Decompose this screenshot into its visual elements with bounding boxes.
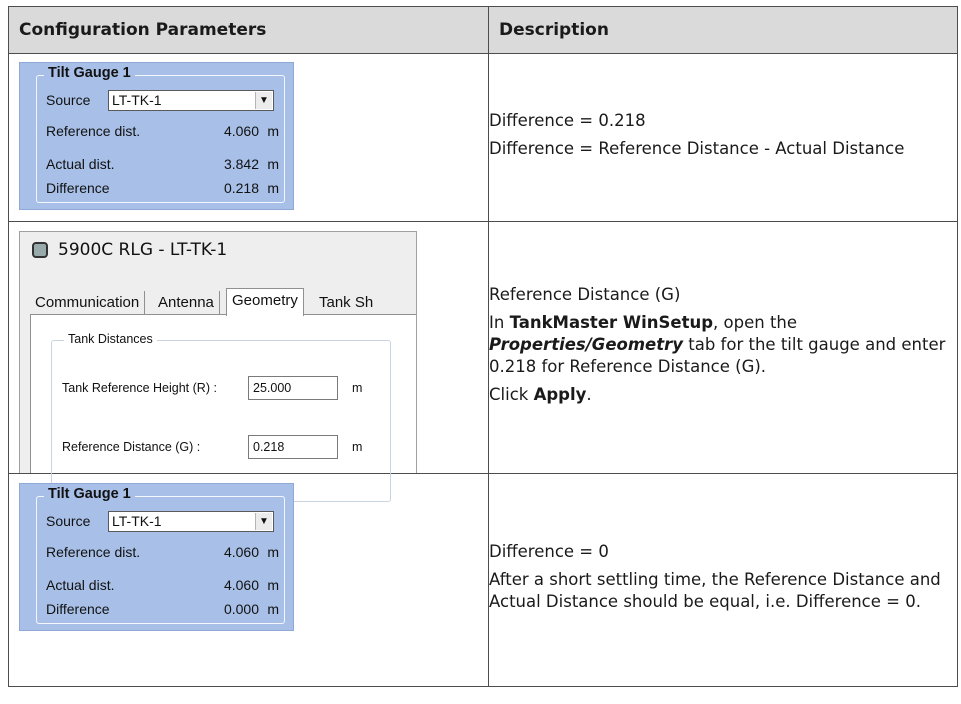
reference-distance-unit: m — [352, 440, 363, 454]
actual-dist-label: Actual dist. — [46, 577, 115, 593]
tank-distances-label: Tank Distances — [64, 332, 157, 346]
difference-label: Difference — [46, 601, 110, 617]
description-line: Reference Distance (G) — [489, 284, 681, 304]
actual-dist-row: Actual dist. 3.842 m — [46, 154, 279, 174]
reference-distance-label: Reference Distance (G) : — [62, 440, 201, 454]
text-run: . — [586, 384, 592, 404]
header-row: Configuration Parameters Description — [8, 6, 958, 54]
difference-unit: m — [267, 601, 279, 617]
tilt-gauge-title: Tilt Gauge 1 — [44, 65, 135, 81]
text-run: In — [489, 312, 510, 332]
reference-dist-label: Reference dist. — [46, 544, 141, 560]
setup-window: 5900C RLG - LT-TK-1 Communication Antenn… — [19, 231, 417, 502]
source-value: LT-TK-1 — [112, 513, 162, 529]
reference-dist-label: Reference dist. — [46, 123, 141, 139]
reference-dist-value: 4.060 — [223, 123, 259, 139]
text-run: , open the — [713, 312, 798, 332]
actual-dist-row: Actual dist. 4.060 m — [46, 575, 279, 595]
description-line: After a short settling time, the Referen… — [489, 570, 941, 611]
reference-distance-input[interactable]: 0.218 — [248, 435, 338, 459]
description-line: Difference = 0.218 — [489, 110, 646, 130]
difference-unit: m — [267, 180, 279, 196]
table-row: 5900C RLG - LT-TK-1 Communication Antenn… — [8, 221, 958, 502]
table-row: Tilt Gauge 1 Source LT-TK-1 ▼ Reference … — [8, 53, 958, 222]
actual-dist-label: Actual dist. — [46, 156, 115, 172]
tab-antenna[interactable]: Antenna — [153, 291, 220, 314]
config-cell: 5900C RLG - LT-TK-1 Communication Antenn… — [8, 221, 489, 502]
description-line: Difference = 0 — [489, 542, 609, 561]
source-dropdown[interactable]: LT-TK-1 ▼ — [108, 511, 274, 532]
tank-reference-height-input[interactable]: 25.000 — [248, 376, 338, 400]
tab-bar: Communication Antenna Geometry Tank Sh — [30, 288, 416, 316]
actual-dist-unit: m — [267, 577, 279, 593]
difference-value: 0.218 — [223, 180, 259, 196]
chevron-down-icon[interactable]: ▼ — [255, 513, 272, 530]
actual-dist-value: 4.060 — [223, 577, 259, 593]
tab-communication[interactable]: Communication — [30, 291, 146, 314]
tilt-gauge-panel: Tilt Gauge 1 Source LT-TK-1 ▼ Reference … — [19, 483, 294, 631]
tank-reference-height-label: Tank Reference Height (R) : — [62, 381, 217, 395]
app-name: TankMaster WinSetup — [509, 312, 714, 332]
description-paragraph: In TankMaster WinSetup, open the Propert… — [489, 312, 957, 378]
tilt-gauge-panel: Tilt Gauge 1 Source LT-TK-1 ▼ Reference … — [19, 62, 294, 210]
difference-row: Difference 0.218 m — [46, 178, 279, 198]
source-value: LT-TK-1 — [112, 92, 162, 108]
tank-reference-height-unit: m — [352, 381, 363, 395]
geometry-panel: Tank Distances Tank Reference Height (R)… — [30, 314, 416, 502]
config-cell: Tilt Gauge 1 Source LT-TK-1 ▼ Reference … — [8, 53, 489, 222]
table-row: Tilt Gauge 1 Source LT-TK-1 ▼ Reference … — [8, 473, 958, 687]
description-cell: Difference = 0 After a short settling ti… — [488, 473, 958, 687]
chevron-down-icon[interactable]: ▼ — [255, 92, 272, 109]
reference-dist-row: Reference dist. 4.060 m — [46, 542, 279, 562]
reference-dist-unit: m — [267, 123, 279, 139]
source-dropdown[interactable]: LT-TK-1 ▼ — [108, 90, 274, 111]
source-label: Source — [46, 92, 91, 108]
description-paragraph: Click Apply. — [489, 384, 957, 406]
text-run: Click — [489, 384, 534, 404]
source-label: Source — [46, 513, 91, 529]
difference-value: 0.000 — [223, 601, 259, 617]
actual-dist-unit: m — [267, 156, 279, 172]
header-description: Description — [488, 6, 958, 54]
difference-row: Difference 0.000 m — [46, 599, 279, 619]
reference-dist-unit: m — [267, 544, 279, 560]
tab-geometry[interactable]: Geometry — [226, 288, 304, 316]
reference-dist-row: Reference dist. 4.060 m — [46, 121, 279, 141]
configuration-table: Configuration Parameters Description Til… — [8, 6, 958, 687]
description-cell: Reference Distance (G) In TankMaster Win… — [488, 221, 958, 474]
config-cell: Tilt Gauge 1 Source LT-TK-1 ▼ Reference … — [8, 473, 489, 687]
tab-path: Properties/Geometry — [489, 334, 684, 354]
actual-dist-value: 3.842 — [223, 156, 259, 172]
header-configuration-parameters: Configuration Parameters — [8, 6, 489, 54]
window-title: 5900C RLG - LT-TK-1 — [58, 240, 228, 260]
tilt-gauge-title: Tilt Gauge 1 — [44, 486, 135, 502]
apply-label: Apply — [533, 384, 587, 404]
description-line: Difference = Reference Distance - Actual… — [489, 138, 905, 158]
description-cell: Difference = 0.218 Difference = Referenc… — [488, 53, 958, 222]
reference-dist-value: 4.060 — [223, 544, 259, 560]
difference-label: Difference — [46, 180, 110, 196]
tab-tank-shape[interactable]: Tank Sh — [314, 291, 378, 314]
